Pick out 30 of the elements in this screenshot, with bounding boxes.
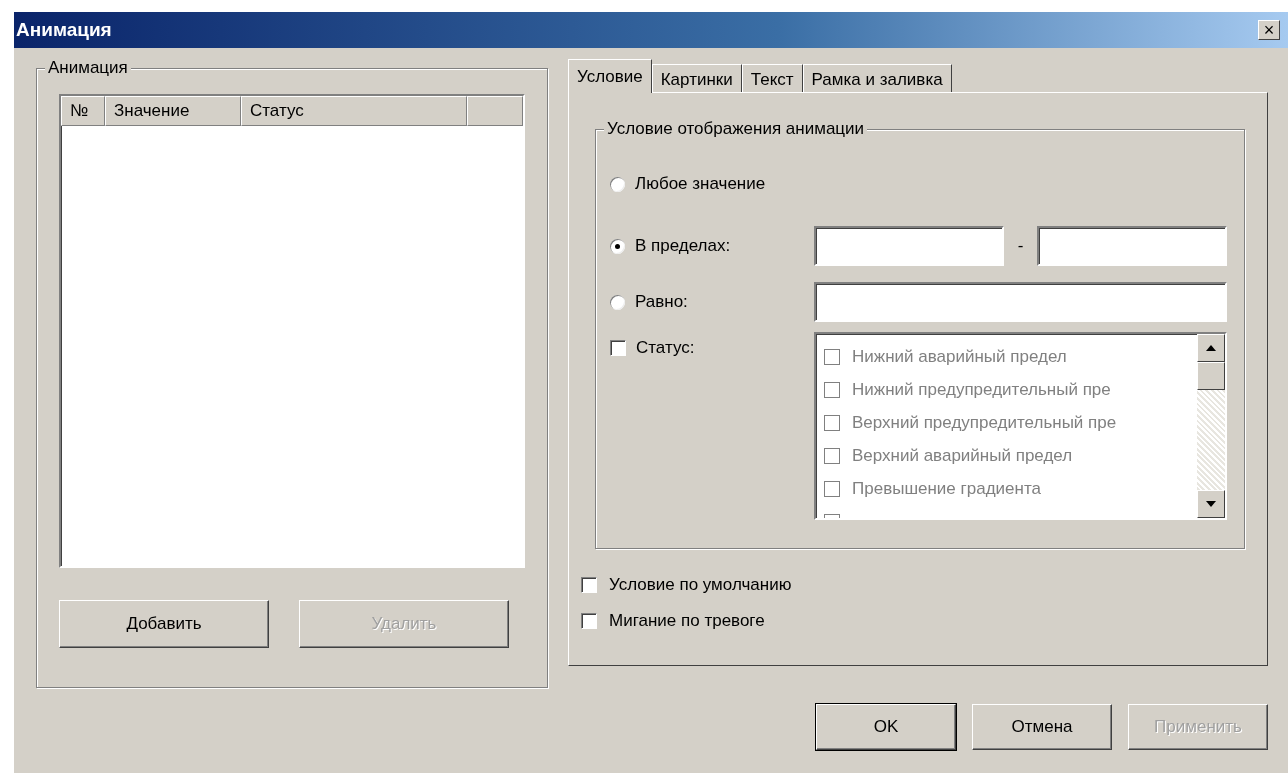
tab[interactable]: Рамка и заливка [802, 64, 952, 92]
checkbox[interactable] [581, 613, 597, 629]
option-label: Равно: [635, 292, 688, 312]
close-button[interactable]: × [1258, 20, 1280, 40]
radio-button[interactable] [610, 238, 625, 254]
input-field[interactable] [814, 282, 1227, 322]
group-title: Условие отображения анимации [604, 119, 868, 139]
option-label: Статус: [636, 338, 695, 358]
radio-button[interactable] [610, 294, 625, 310]
tab[interactable]: Условие [568, 59, 652, 93]
tab[interactable]: Картинки [651, 64, 742, 92]
input-field[interactable] [814, 226, 1004, 266]
group-title: Анимация [45, 58, 131, 78]
dialog-button[interactable]: OK [816, 704, 956, 750]
column-header[interactable]: Статус [241, 96, 467, 126]
window-title: Анимация [16, 19, 112, 41]
checkbox-label: Мигание по тревоге [609, 611, 765, 631]
list-view[interactable]: № Значение Статус [59, 94, 525, 568]
range-separator: - [1016, 236, 1025, 256]
radio-button[interactable] [610, 176, 625, 192]
input-field[interactable] [1037, 226, 1227, 266]
dialog-button[interactable]: Отмена [972, 704, 1112, 750]
column-header[interactable]: Значение [105, 96, 241, 126]
checkbox-label: Условие по умолчанию [609, 575, 792, 595]
tab[interactable]: Текст [741, 64, 803, 92]
checkbox[interactable] [581, 577, 597, 593]
column-header[interactable]: № [61, 96, 105, 126]
option-label: Любое значение [635, 174, 766, 194]
dialog-button[interactable]: Добавить [59, 600, 269, 648]
option-label: В пределах: [635, 236, 731, 256]
